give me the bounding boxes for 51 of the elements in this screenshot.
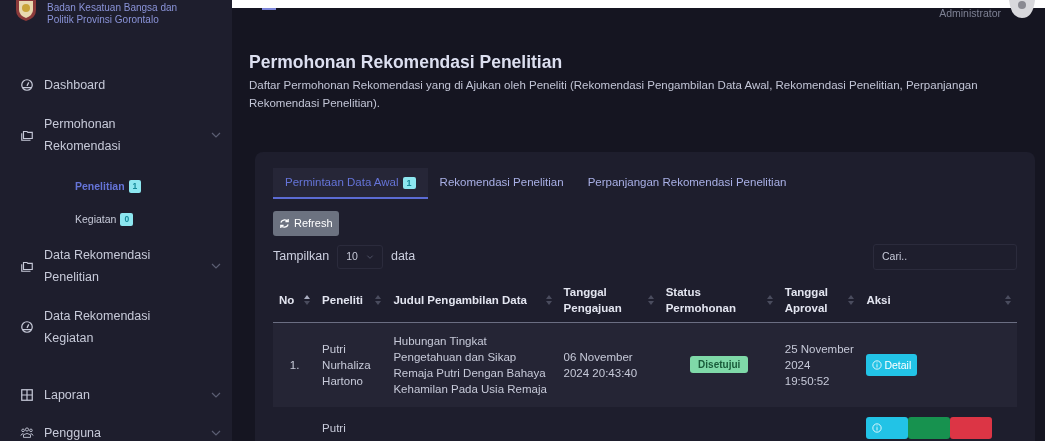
table-cell: Hubungan Tingkat Pengetahuan dan Sikap Remaja Putri Dengan Bahaya Kehamilan Pada Usia Remaja [387,322,558,407]
action-button[interactable] [866,416,909,439]
table-cell: Putri [316,406,388,441]
length-label: Tampilkan [273,248,330,266]
page-size-select[interactable]: 10 [337,244,383,269]
column-header[interactable]: Judul Pengambilan Data [387,277,558,322]
submenu-item[interactable]: Kegiatan 0 [10,211,232,228]
table-cell: 06 November 2024 20:43:40 [557,322,660,407]
brand-name: Badan Kesatuan Bangsa dan Politik Provinsi Gorontalo [47,2,178,26]
column-header[interactable]: No [273,277,317,322]
gauge-icon [20,319,34,334]
column-header[interactable]: Status Permohonan [659,277,779,322]
table-cell: 25 November 2024 19:50:52 [778,322,861,407]
column-header[interactable]: Aksi [860,277,1017,322]
gauge-icon [20,78,34,92]
refresh-icon [279,218,290,229]
length-label: data [390,248,416,266]
avatar-icon [1009,0,1035,18]
column-header[interactable]: Tanggal Pengajuan [557,277,660,322]
submenu-label: Penelitian [75,179,125,194]
emblem-icon [13,0,39,22]
user-name: Administrator [939,6,1001,21]
menu-item[interactable]: Data Rekomendasi Kegiatan [10,304,232,349]
chevron-icon [365,252,374,261]
count-badge: 1 [128,180,142,194]
menu-item[interactable]: Dashboard [10,74,232,96]
submenu-label: Kegiatan [75,211,117,227]
table-cell: Putri Nurhaliza Hartono [316,322,388,407]
status-badge: Disetujui [690,356,749,373]
search-field[interactable]: Cari.. [873,243,1017,270]
table-cell: 1. [273,322,317,407]
info-icon [872,359,883,370]
menu-item[interactable]: Laporan [10,383,232,406]
menu-item[interactable]: Permohonan Rekomendasi [10,113,232,157]
column-header[interactable]: Peneliti [316,277,388,322]
menu-item[interactable]: Pengguna [10,421,232,441]
count-badge: 1 [402,177,416,189]
count-badge: 0 [120,213,134,227]
menu-item[interactable]: Data Rekomendasi Penelitian [10,243,232,288]
tab[interactable]: Rekomendasi Penelitian [427,168,576,200]
column-header[interactable]: Tanggal Aproval [778,277,861,322]
grid-icon [20,387,34,402]
page-description: Daftar Permohonan Rekomendasi yang di Ajukan oleh Peneliti (Rekomendasi Pengambilan Data Awal, Rekomendasi Penelitian, Perpanjangan Rekomendasi Penelitian). [249,78,979,111]
page-title: Permohonan Rekomendasi Penelitian [249,52,564,73]
refresh-button[interactable]: Refresh [273,211,339,236]
tab[interactable]: Permintaan Data Awal 1 [273,168,428,200]
folder-icon [20,128,34,142]
info-icon [872,422,883,433]
submenu-item[interactable]: Penelitian 1 [10,179,232,195]
users-icon [20,425,34,440]
tab[interactable]: Perpanjangan Rekomendasi Penelitian [575,168,799,200]
